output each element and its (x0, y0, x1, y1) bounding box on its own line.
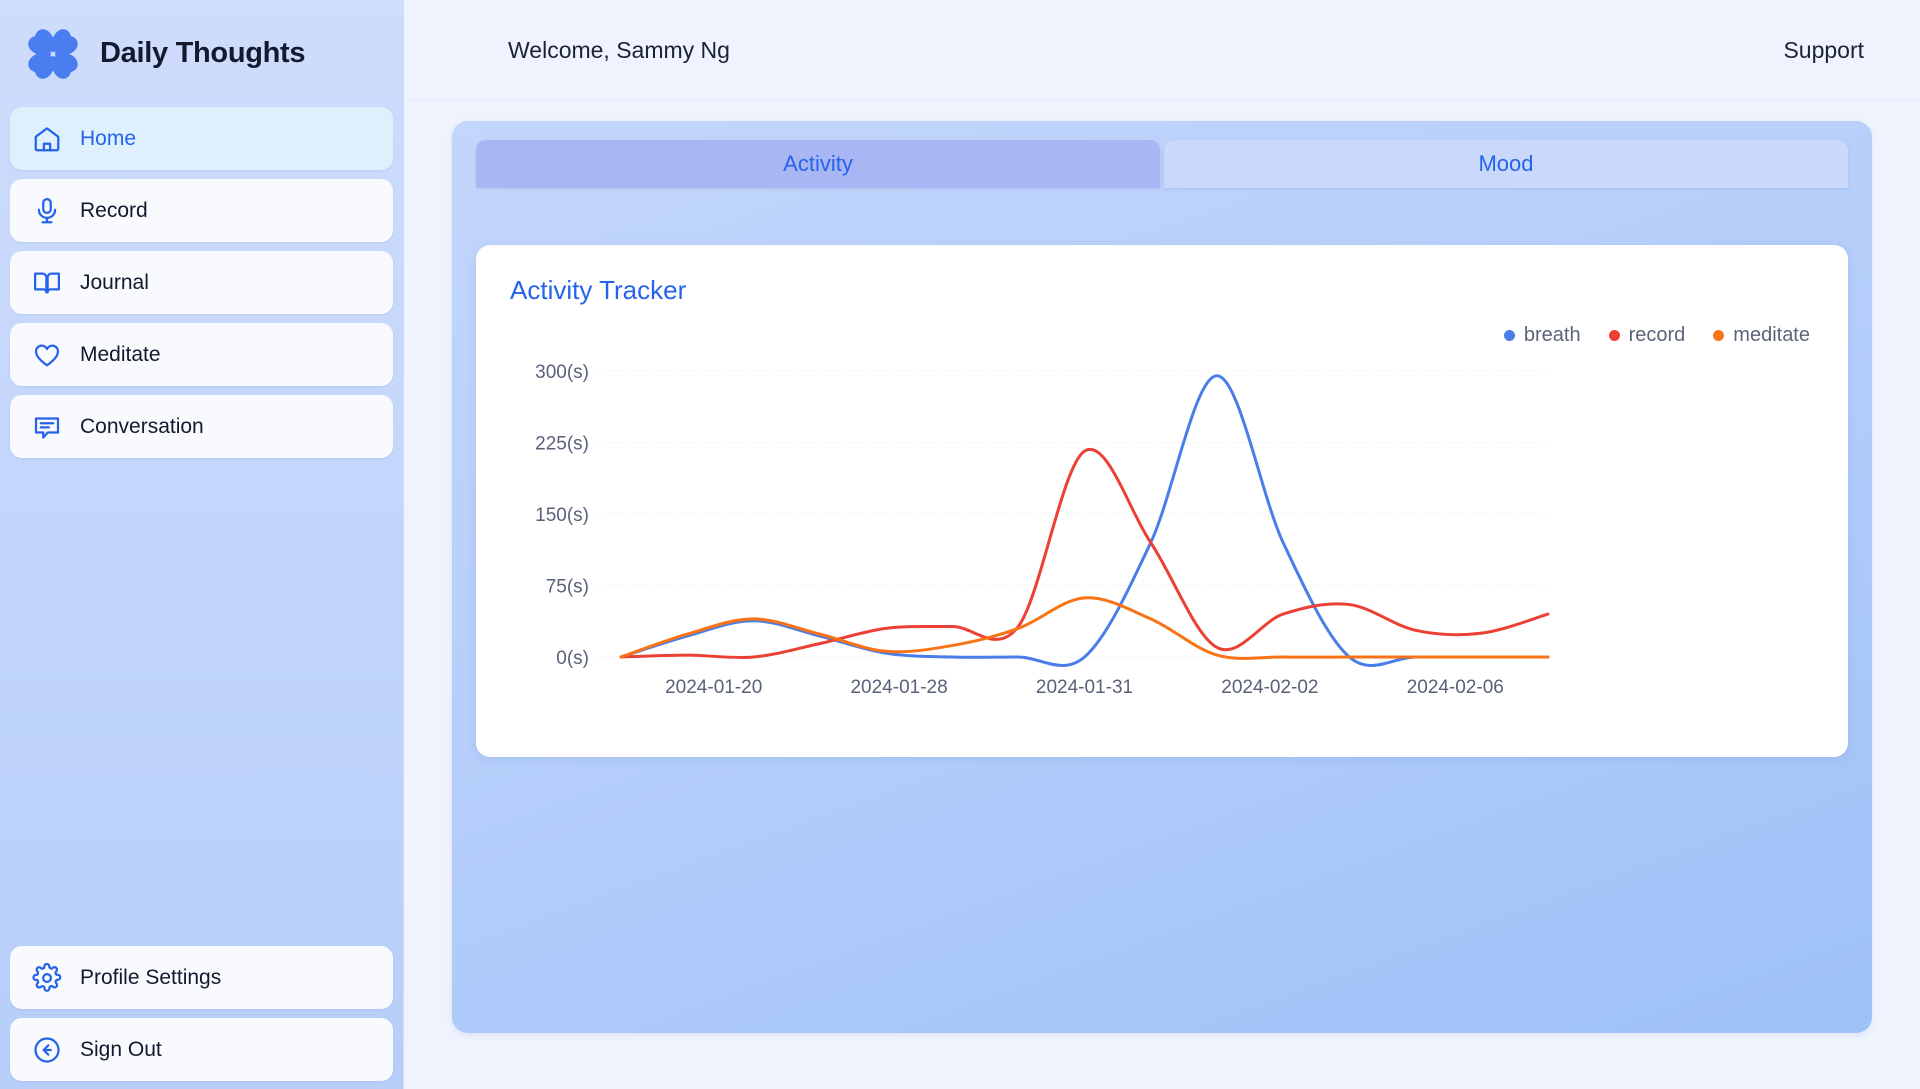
top-bar: Welcome, Sammy Ng Support (404, 0, 1920, 101)
sidebar-item-label: Sign Out (80, 1037, 162, 1061)
brand: Daily Thoughts (0, 0, 403, 107)
legend-item-record[interactable]: record (1608, 324, 1686, 347)
y-axis-tick-label: 0(s) (556, 648, 589, 669)
sidebar-item-record[interactable]: Record (10, 179, 393, 242)
chart-svg: 0(s) 75(s) 150(s) 225(s) 300(s) 2024-01-20 202… (535, 362, 1550, 698)
sidebar-item-journal[interactable]: Journal (10, 251, 393, 314)
support-link[interactable]: Support (1783, 37, 1864, 64)
chart-legend: breath record meditate (1503, 324, 1810, 347)
tab-label: Mood (1478, 151, 1534, 176)
legend-item-breath[interactable]: breath (1503, 324, 1581, 347)
sidebar-item-label: Record (80, 198, 148, 222)
chat-bubble-icon (32, 412, 62, 442)
legend-dot-icon (1713, 330, 1725, 341)
legend-label: breath (1523, 324, 1581, 346)
x-axis-tick-label: 2024-02-06 (1407, 677, 1504, 698)
clover-heart-logo-icon (20, 21, 86, 87)
chart-series-record (619, 447, 1550, 660)
main-area: Welcome, Sammy Ng Support Activity Mood … (404, 0, 1920, 1089)
sidebar: Daily Thoughts Home Record Journal Medit… (0, 0, 404, 1089)
x-axis-tick-label: 2024-02-02 (1221, 677, 1318, 698)
tab-label: Activity (783, 151, 853, 176)
sidebar-item-conversation[interactable]: Conversation (10, 395, 393, 458)
sidebar-item-home[interactable]: Home (10, 107, 393, 170)
sidebar-item-label: Meditate (80, 342, 161, 366)
legend-dot-icon (1503, 330, 1515, 341)
tab-activity[interactable]: Activity (476, 140, 1160, 188)
sidebar-nav: Home Record Journal Meditate Conversatio… (0, 107, 403, 458)
x-axis-tick-label: 2024-01-31 (1036, 677, 1133, 698)
gear-icon (32, 962, 62, 993)
y-axis-tick-label: 225(s) (535, 434, 589, 455)
sidebar-item-sign-out[interactable]: Sign Out (10, 1018, 393, 1081)
sidebar-item-profile-settings[interactable]: Profile Settings (10, 946, 393, 1009)
card-title: Activity Tracker (510, 275, 687, 305)
heart-icon (32, 340, 62, 370)
brand-title: Daily Thoughts (100, 37, 306, 69)
y-axis-tick-label: 75(s) (546, 577, 589, 598)
legend-label: record (1628, 324, 1686, 346)
sidebar-item-label: Journal (80, 270, 149, 294)
sidebar-bottom-nav: Profile Settings Sign Out (0, 946, 403, 1081)
arrow-left-circle-icon (32, 1035, 62, 1065)
home-icon (32, 124, 62, 154)
tab-mood[interactable]: Mood (1164, 140, 1848, 188)
activity-tracker-card: Activity Tracker breath record meditate … (476, 245, 1848, 757)
app-root: Daily Thoughts Home Record Journal Medit… (0, 0, 1920, 1089)
y-axis-tick-label: 300(s) (535, 362, 589, 383)
dashboard-panel: Activity Mood Activity Tracker breath re… (452, 121, 1872, 1033)
content-wrapper: Activity Mood Activity Tracker breath re… (404, 101, 1920, 1089)
legend-item-meditate[interactable]: meditate (1713, 324, 1810, 347)
sidebar-item-label: Profile Settings (80, 965, 222, 989)
welcome-message: Welcome, Sammy Ng (508, 36, 730, 63)
legend-dot-icon (1608, 330, 1620, 341)
x-axis-tick-label: 2024-01-28 (850, 677, 947, 698)
tab-bar: Activity Mood (476, 140, 1848, 188)
chart-series-breath (619, 374, 1550, 667)
y-axis-tick-label: 150(s) (535, 505, 589, 526)
activity-line-chart: 0(s) 75(s) 150(s) 225(s) 300(s) 2024-01-20 202… (506, 355, 1566, 715)
book-icon (32, 268, 62, 298)
sidebar-item-meditate[interactable]: Meditate (10, 323, 393, 386)
legend-label: meditate (1733, 324, 1810, 346)
microphone-icon (32, 196, 62, 226)
sidebar-item-label: Home (80, 126, 137, 150)
sidebar-item-label: Conversation (80, 414, 204, 438)
x-axis-tick-label: 2024-01-20 (665, 677, 762, 698)
